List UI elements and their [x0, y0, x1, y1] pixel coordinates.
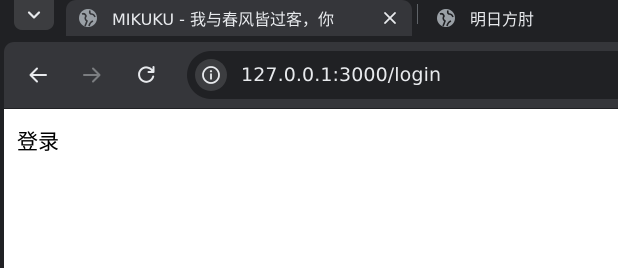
tab-search-button[interactable]: [14, 0, 54, 30]
tab-strip: MIKUKU - 我与春风皆过客，你 明日方肘: [0, 0, 618, 42]
url-text[interactable]: 127.0.0.1:3000/login: [241, 63, 441, 87]
tab-inactive[interactable]: 明日方肘: [420, 0, 618, 36]
page-heading: 登录: [17, 130, 59, 154]
chevron-down-icon: [27, 11, 41, 19]
page-content: 登录: [4, 109, 618, 268]
address-bar[interactable]: 127.0.0.1:3000/login: [187, 51, 618, 99]
arrow-right-icon: [83, 67, 101, 83]
site-info-button[interactable]: [195, 59, 227, 91]
browser-toolbar: 127.0.0.1:3000/login: [4, 42, 618, 108]
globe-icon: [78, 8, 98, 28]
globe-icon: [436, 8, 456, 28]
tab-separator: [417, 4, 418, 24]
reload-icon: [138, 66, 155, 83]
back-button[interactable]: [24, 61, 52, 89]
tab-title: MIKUKU - 我与春风皆过客，你: [112, 10, 335, 29]
info-icon: [202, 66, 220, 84]
close-icon[interactable]: [380, 8, 400, 28]
forward-button[interactable]: [78, 61, 106, 89]
tab-title: 明日方肘: [470, 10, 535, 29]
tab-active[interactable]: MIKUKU - 我与春风皆过客，你: [66, 0, 412, 36]
arrow-left-icon: [29, 67, 47, 83]
reload-button[interactable]: [132, 61, 160, 89]
